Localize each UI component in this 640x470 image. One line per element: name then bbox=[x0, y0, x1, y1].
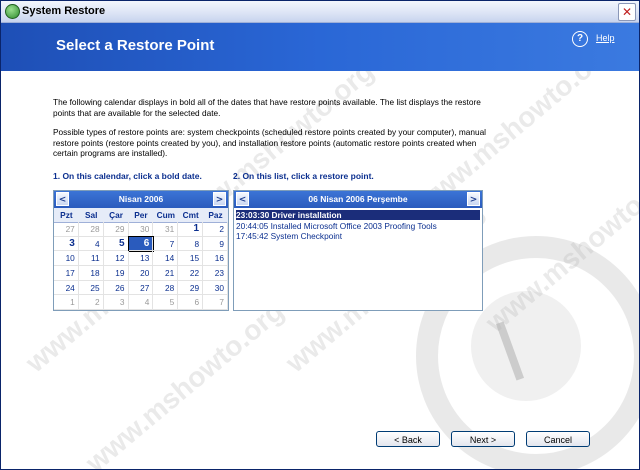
calendar-day[interactable]: 15 bbox=[178, 251, 204, 266]
intro-paragraph-2: Possible types of restore points are: sy… bbox=[53, 127, 487, 158]
clock-face-decoration bbox=[471, 291, 581, 401]
window-title: System Restore bbox=[22, 5, 106, 17]
restore-point-item-selected[interactable]: 23:03:30 Driver installation bbox=[236, 210, 480, 220]
calendar-day[interactable]: 3 bbox=[103, 295, 129, 310]
calendar-day[interactable]: 5 bbox=[103, 236, 129, 252]
step-2-label: 2. On this list, click a restore point. bbox=[233, 171, 374, 181]
help-link[interactable]: Help bbox=[596, 33, 615, 43]
calendar-header: < Nisan 2006 > bbox=[54, 191, 228, 208]
calendar-day[interactable]: 28 bbox=[153, 280, 179, 296]
calendar-day[interactable]: 27 bbox=[128, 280, 154, 296]
list-date-title: 06 Nisan 2006 Perşembe bbox=[308, 194, 408, 204]
calendar-day[interactable]: 6 bbox=[178, 295, 204, 310]
restore-point-item[interactable]: 20:44:05 Installed Microsoft Office 2003… bbox=[236, 221, 480, 231]
day-of-week-label: Cmt bbox=[182, 210, 199, 220]
list-next-day-button[interactable]: > bbox=[467, 192, 480, 206]
next-button[interactable]: Next > bbox=[451, 431, 515, 447]
day-of-week-row: Pzt Sal Çar Per Cum Cmt Paz bbox=[54, 208, 228, 223]
watermark: www.mshowto.org bbox=[79, 295, 290, 469]
calendar-day[interactable]: 2 bbox=[78, 295, 104, 310]
calendar-day[interactable]: 24 bbox=[54, 280, 79, 296]
cancel-button[interactable]: Cancel bbox=[526, 431, 590, 447]
calendar-day[interactable]: 7 bbox=[153, 236, 179, 252]
calendar-day[interactable]: 1 bbox=[178, 222, 204, 237]
day-of-week-label: Pzt bbox=[60, 210, 73, 220]
calendar-day[interactable]: 12 bbox=[103, 251, 129, 266]
list-header: < 06 Nisan 2006 Perşembe > bbox=[234, 191, 482, 208]
calendar-day[interactable]: 20 bbox=[128, 266, 154, 281]
calendar-day[interactable]: 23 bbox=[203, 266, 228, 281]
calendar-day[interactable]: 27 bbox=[54, 222, 79, 237]
calendar-day[interactable]: 7 bbox=[203, 295, 228, 310]
calendar-day[interactable]: 2 bbox=[203, 222, 228, 237]
calendar-day[interactable]: 26 bbox=[103, 280, 129, 296]
calendar-day[interactable]: 30 bbox=[128, 222, 154, 237]
page-title: Select a Restore Point bbox=[56, 37, 215, 54]
calendar-day[interactable]: 4 bbox=[78, 236, 104, 252]
calendar-day[interactable]: 30 bbox=[203, 280, 228, 296]
calendar-day[interactable]: 8 bbox=[178, 236, 204, 252]
calendar-day[interactable]: 5 bbox=[153, 295, 179, 310]
calendar-day[interactable]: 21 bbox=[153, 266, 179, 281]
calendar-day[interactable]: 3 bbox=[54, 236, 79, 252]
calendar-day[interactable]: 13 bbox=[128, 251, 154, 266]
calendar-day[interactable]: 4 bbox=[128, 295, 154, 310]
restore-point-list: < 06 Nisan 2006 Perşembe > 23:03:30 Driv… bbox=[233, 190, 483, 311]
calendar-day[interactable]: 14 bbox=[153, 251, 179, 266]
calendar-day[interactable]: 10 bbox=[54, 251, 79, 266]
calendar-day[interactable]: 29 bbox=[103, 222, 129, 237]
calendar-day-selected[interactable]: 6 bbox=[127, 235, 155, 253]
calendar-day[interactable]: 29 bbox=[178, 280, 204, 296]
day-of-week-label: Paz bbox=[208, 210, 223, 220]
day-of-week-label: Per bbox=[134, 210, 148, 220]
wizard-header: Select a Restore Point ? Help bbox=[1, 23, 639, 71]
intro-paragraph-1: The following calendar displays in bold … bbox=[53, 97, 481, 118]
day-of-week-label: Sal bbox=[85, 210, 98, 220]
help-icon[interactable]: ? bbox=[572, 31, 588, 47]
calendar-day[interactable]: 19 bbox=[103, 266, 129, 281]
calendar-day[interactable]: 1 bbox=[54, 295, 79, 310]
restore-calendar: < Nisan 2006 > Pzt Sal Çar Per Cum Cmt Paz 27 2… bbox=[53, 190, 229, 311]
calendar-month-title: Nisan 2006 bbox=[118, 194, 164, 204]
system-restore-window: System Restore ✕ Select a Restore Point … bbox=[0, 0, 640, 470]
calendar-next-button[interactable]: > bbox=[213, 192, 226, 206]
system-restore-icon bbox=[5, 4, 20, 19]
close-button[interactable]: ✕ bbox=[618, 3, 636, 21]
wizard-content: www.mshowto.org www.mshowto.org www.msho… bbox=[1, 71, 639, 469]
step-1-label: 1. On this calendar, click a bold date. bbox=[53, 171, 202, 181]
calendar-day[interactable]: 17 bbox=[54, 266, 79, 281]
calendar-day-grid: 27 28 29 30 31 1 2 3 4 5 6 7 8 9 10 11 12 13 14 15 16 17 18 19 2… bbox=[54, 222, 228, 310]
title-bar: System Restore ✕ bbox=[1, 1, 639, 23]
calendar-day[interactable]: 25 bbox=[78, 280, 104, 296]
calendar-day[interactable]: 18 bbox=[78, 266, 104, 281]
calendar-day[interactable]: 11 bbox=[78, 251, 104, 266]
day-of-week-label: Cum bbox=[156, 210, 176, 220]
calendar-day[interactable]: 16 bbox=[203, 251, 228, 266]
day-of-week-label: Çar bbox=[109, 210, 124, 220]
calendar-day[interactable]: 28 bbox=[78, 222, 104, 237]
calendar-day[interactable]: 22 bbox=[178, 266, 204, 281]
restore-point-item[interactable]: 17:45:42 System Checkpoint bbox=[236, 231, 480, 241]
calendar-day[interactable]: 9 bbox=[203, 236, 228, 252]
back-button[interactable]: < Back bbox=[376, 431, 440, 447]
calendar-day[interactable]: 31 bbox=[153, 222, 179, 237]
